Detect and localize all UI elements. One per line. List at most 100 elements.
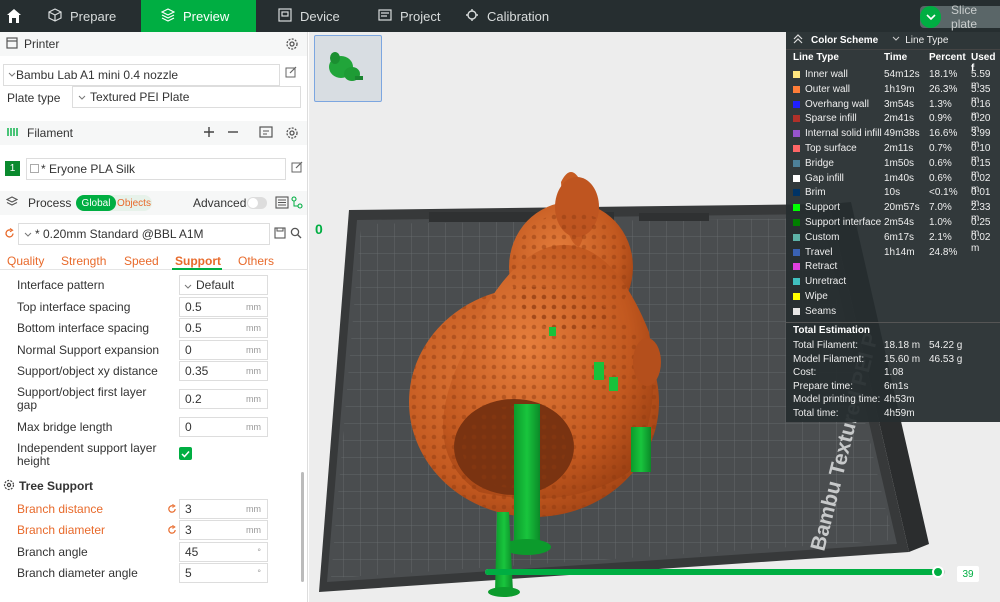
independent-layer-height-checkbox[interactable] bbox=[179, 447, 192, 460]
estimation-v1: 15.60 m bbox=[884, 353, 921, 365]
interface-pattern-select[interactable]: Default bbox=[179, 275, 268, 295]
list-icon[interactable] bbox=[275, 196, 289, 212]
toggle-global[interactable]: Global bbox=[76, 195, 116, 211]
legend-name: Support bbox=[805, 202, 841, 214]
legend-row[interactable]: Inner wall 54m12s 18.1% 5.59 m bbox=[786, 68, 1000, 91]
branch-distance-input[interactable]: 3 mm bbox=[179, 499, 268, 519]
chevron-down-icon[interactable] bbox=[920, 6, 942, 28]
gear-icon[interactable] bbox=[285, 37, 299, 54]
sidebar-scrollbar[interactable] bbox=[301, 472, 304, 582]
chevron-down-icon bbox=[78, 91, 86, 105]
plate-type-select[interactable]: Textured PEI Plate bbox=[72, 86, 301, 108]
branch-diameter-angle-input[interactable]: 5 ° bbox=[179, 563, 268, 583]
toggle-objects[interactable]: Objects bbox=[116, 195, 152, 211]
slice-plate-button[interactable]: Slice plate bbox=[920, 3, 1000, 31]
setting-label: Normal Support expansion bbox=[17, 343, 160, 357]
project-icon bbox=[378, 8, 392, 25]
top-interface-spacing-input[interactable]: 0.5 mm bbox=[179, 297, 268, 317]
color-scheme-select[interactable]: Line Type bbox=[905, 35, 948, 46]
tab-strength[interactable]: Strength bbox=[61, 254, 106, 268]
chevron-down-icon bbox=[24, 228, 32, 242]
legend-row[interactable]: Brim 10s <0.1% 0.01 m bbox=[786, 186, 1000, 209]
estimation-row: Model Filament: 15.60 m 46.53 g bbox=[786, 354, 1000, 367]
printer-select[interactable]: Bambu Lab A1 mini 0.4 nozzle bbox=[3, 64, 280, 86]
max-bridge-length-input[interactable]: 0 mm bbox=[179, 417, 268, 437]
legend-row[interactable]: Sparse infill 2m41s 0.9% 0.20 m bbox=[786, 112, 1000, 135]
slider-handle[interactable] bbox=[932, 566, 945, 578]
column-header: Percent bbox=[929, 52, 966, 63]
setting-label: Support/object first layer gap bbox=[17, 385, 147, 412]
process-preset-select[interactable]: * 0.20mm Standard @BBL A1M bbox=[18, 223, 270, 245]
filament-select[interactable]: * Eryone PLA Silk bbox=[26, 158, 286, 180]
remove-icon[interactable] bbox=[227, 126, 239, 141]
tab-speed[interactable]: Speed bbox=[124, 254, 159, 268]
layer-slider[interactable] bbox=[485, 566, 953, 580]
tab-calibration[interactable]: Calibration bbox=[449, 0, 579, 32]
legend-row[interactable]: Custom 6m17s 2.1% 0.02 m bbox=[786, 231, 1000, 254]
compare-icon[interactable] bbox=[291, 196, 303, 212]
tab-quality[interactable]: Quality bbox=[7, 254, 44, 268]
legend-row[interactable]: Outer wall 1h19m 26.3% 5.35 m bbox=[786, 83, 1000, 106]
gear-icon[interactable] bbox=[285, 126, 299, 143]
collapse-icon[interactable] bbox=[793, 34, 803, 47]
legend-row[interactable]: Internal solid infill 49m38s 16.6% 3.99 m bbox=[786, 127, 1000, 150]
legend-row[interactable]: Gap infill 1m40s 0.6% 0.02 m bbox=[786, 172, 1000, 195]
legend-row[interactable]: Bridge 1m50s 0.6% 0.15 m bbox=[786, 157, 1000, 180]
legend-row[interactable]: Wipe bbox=[786, 290, 1000, 304]
legend-name: Brim bbox=[805, 187, 826, 199]
section-title: Printer bbox=[24, 37, 60, 51]
legend-row[interactable]: Top surface 2m11s 0.7% 0.10 m bbox=[786, 142, 1000, 165]
reset-icon[interactable] bbox=[167, 524, 177, 538]
legend-row[interactable]: Retract bbox=[786, 260, 1000, 274]
setting-value: 0.5 bbox=[185, 300, 202, 314]
tab-device[interactable]: Device bbox=[256, 0, 356, 32]
legend-percent: 2.1% bbox=[929, 231, 952, 243]
bottom-interface-spacing-input[interactable]: 0.5 mm bbox=[179, 318, 268, 338]
support-xy-distance-input[interactable]: 0.35 mm bbox=[179, 361, 268, 381]
first-layer-gap-input[interactable]: 0.2 mm bbox=[179, 389, 268, 409]
legend-row[interactable]: Support 20m57s 7.0% 2.33 m bbox=[786, 201, 1000, 224]
tab-others[interactable]: Others bbox=[238, 254, 274, 268]
setting-label: Max bridge length bbox=[17, 420, 113, 434]
legend-row[interactable]: Travel 1h14m 24.8% bbox=[786, 246, 1000, 260]
sync-icon[interactable] bbox=[259, 126, 273, 142]
normal-support-expansion-input[interactable]: 0 mm bbox=[179, 340, 268, 360]
plate-thumbnail[interactable] bbox=[314, 35, 382, 102]
legend-time: 2m11s bbox=[884, 143, 914, 154]
legend-name: Internal solid infill bbox=[805, 128, 882, 140]
estimation-key: Total time: bbox=[793, 408, 839, 419]
advanced-toggle[interactable] bbox=[247, 197, 267, 209]
branch-diameter-input[interactable]: 3 mm bbox=[179, 520, 268, 540]
legend-row[interactable]: Overhang wall 3m54s 1.3% 0.16 m bbox=[786, 98, 1000, 121]
filament-slot-badge[interactable]: 1 bbox=[5, 161, 20, 176]
legend-name: Unretract bbox=[805, 276, 847, 288]
legend-row[interactable]: Seams bbox=[786, 305, 1000, 319]
tab-support[interactable]: Support bbox=[175, 254, 221, 268]
branch-angle-input[interactable]: 45 ° bbox=[179, 542, 268, 562]
interface-pattern-value: Default bbox=[196, 278, 235, 292]
filament-color-swatch bbox=[30, 164, 39, 173]
tab-prepare[interactable]: Prepare bbox=[28, 0, 141, 32]
legend-time: 10s bbox=[884, 187, 901, 199]
reset-icon[interactable] bbox=[4, 228, 15, 242]
legend-row[interactable]: Unretract bbox=[786, 275, 1000, 289]
unit-label: ° bbox=[257, 547, 261, 557]
save-icon[interactable] bbox=[274, 227, 286, 242]
cube-icon bbox=[48, 7, 62, 25]
search-icon[interactable] bbox=[290, 227, 302, 242]
edit-icon[interactable] bbox=[291, 161, 303, 176]
add-icon[interactable] bbox=[203, 126, 215, 141]
reset-icon[interactable] bbox=[167, 503, 177, 517]
tab-label: Device bbox=[300, 8, 340, 24]
legend-row[interactable]: Support interface 2m54s 1.0% 0.25 m bbox=[786, 216, 1000, 239]
legend-percent: 0.6% bbox=[929, 172, 952, 184]
global-objects-toggle[interactable]: Global Objects bbox=[76, 195, 152, 211]
chevron-down-icon bbox=[8, 68, 16, 82]
edit-icon[interactable] bbox=[285, 66, 297, 81]
home-icon[interactable] bbox=[0, 0, 28, 32]
unit-label: mm bbox=[246, 525, 261, 535]
tab-project[interactable]: Project bbox=[356, 0, 449, 32]
tab-preview[interactable]: Preview bbox=[141, 0, 256, 32]
tab-label: Prepare bbox=[70, 8, 117, 24]
color-swatch bbox=[793, 85, 800, 93]
